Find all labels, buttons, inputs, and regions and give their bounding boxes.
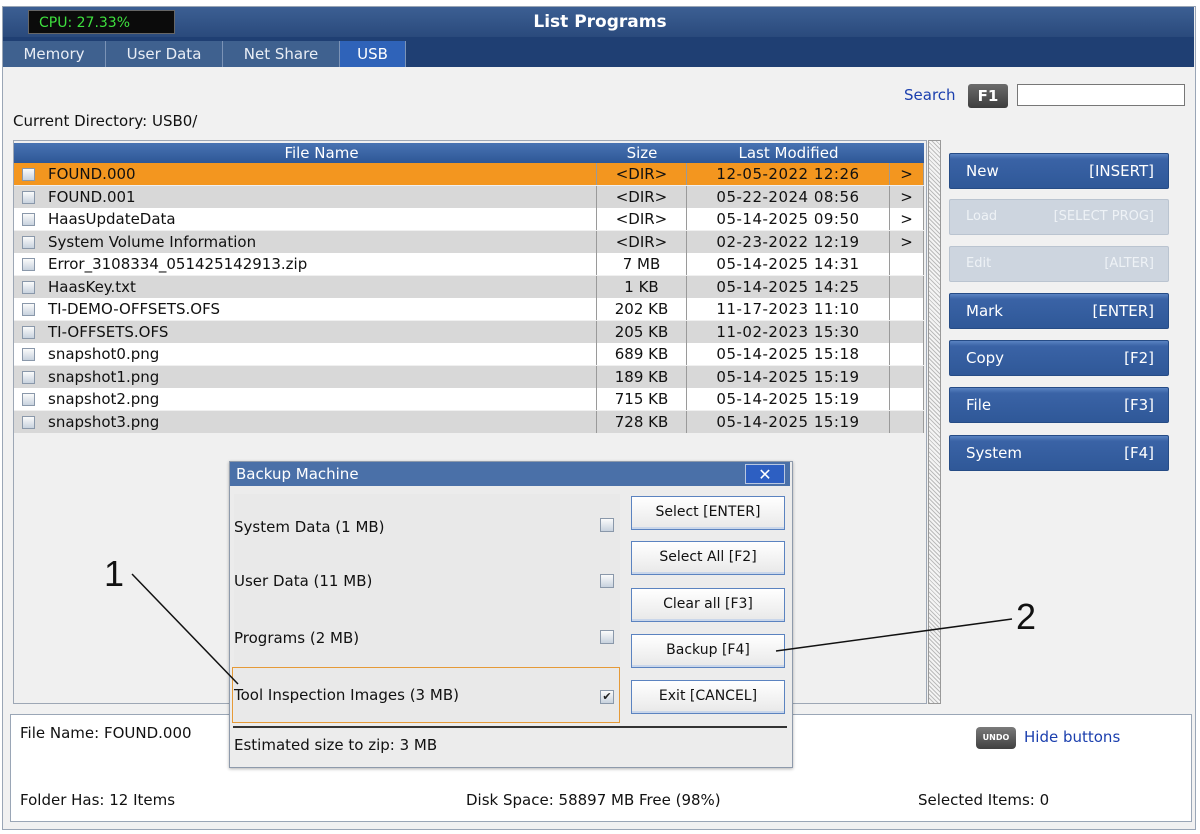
callout-line-1 bbox=[131, 573, 239, 685]
callout-2: 2 bbox=[1016, 596, 1037, 637]
callout-line-2 bbox=[775, 618, 1013, 652]
callout-lines bbox=[131, 573, 1013, 685]
callout-1: 1 bbox=[104, 553, 125, 594]
